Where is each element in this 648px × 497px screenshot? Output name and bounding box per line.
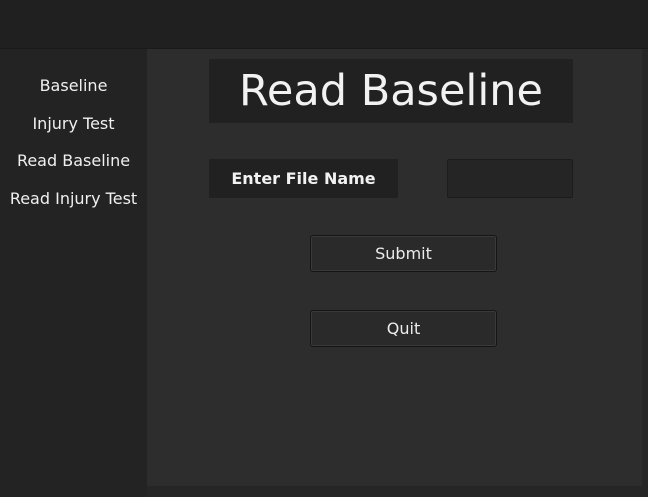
sidebar-item-injury-test[interactable]: Injury Test — [0, 109, 147, 139]
file-name-input[interactable] — [447, 159, 573, 198]
app-window: Baseline Injury Test Read Baseline Read … — [0, 0, 648, 497]
sidebar-item-baseline[interactable]: Baseline — [0, 71, 147, 101]
file-name-label: Enter File Name — [209, 159, 398, 198]
submit-button[interactable]: Submit — [310, 235, 497, 272]
sidebar: Baseline Injury Test Read Baseline Read … — [0, 49, 147, 497]
page-title: Read Baseline — [209, 59, 573, 123]
title-bar — [0, 0, 648, 49]
panel-bottom-edge — [147, 486, 648, 497]
sidebar-item-read-baseline[interactable]: Read Baseline — [0, 146, 147, 176]
quit-button[interactable]: Quit — [310, 310, 497, 347]
sidebar-item-read-injury-test[interactable]: Read Injury Test — [0, 184, 147, 214]
panel-right-edge — [642, 49, 648, 497]
